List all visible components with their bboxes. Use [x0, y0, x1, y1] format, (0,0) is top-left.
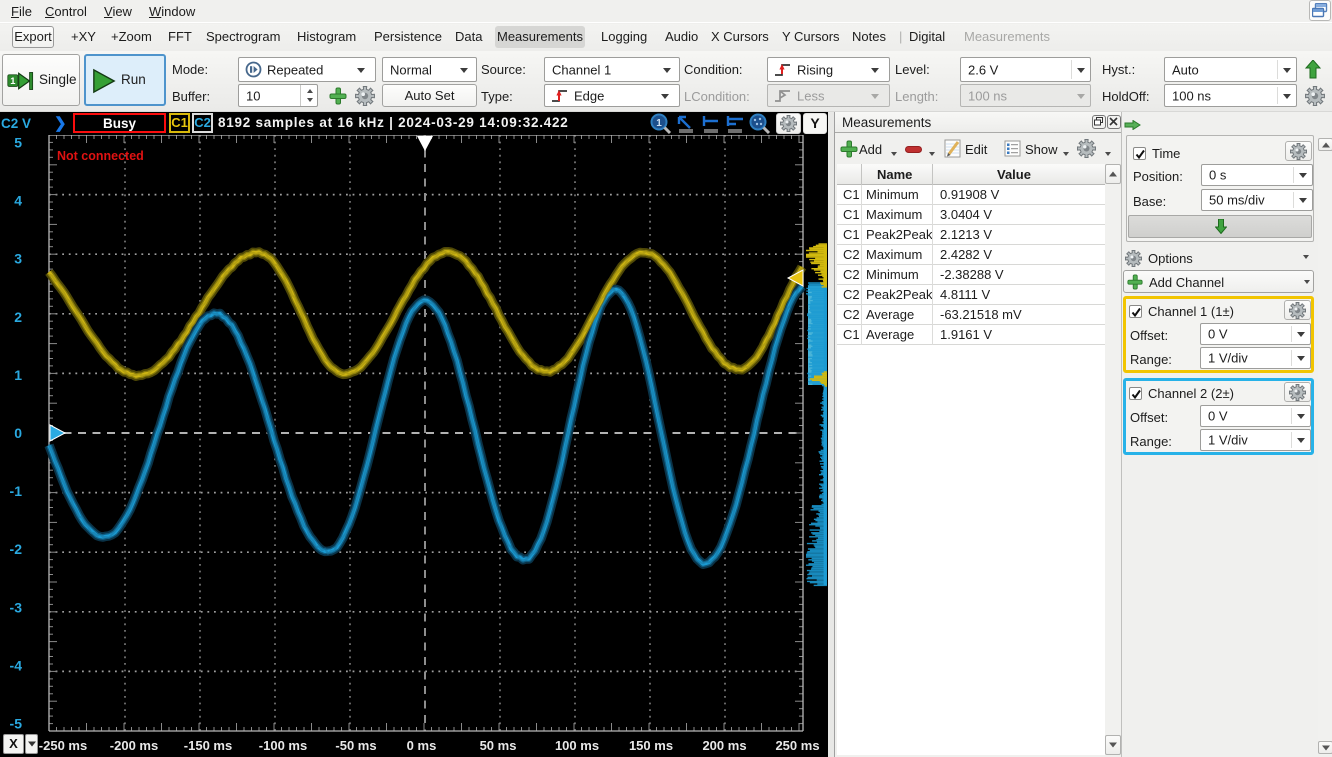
svg-text:-2: -2: [10, 541, 23, 557]
svg-text:1: 1: [656, 118, 662, 129]
svg-text:-200 ms: -200 ms: [110, 738, 158, 753]
svg-text:1: 1: [14, 367, 22, 383]
svg-text:3: 3: [14, 251, 22, 267]
svg-text:150 ms: 150 ms: [629, 738, 673, 753]
svg-text:200 ms: 200 ms: [702, 738, 746, 753]
svg-text:250 ms: 250 ms: [775, 738, 819, 753]
svg-text:-4: -4: [10, 657, 23, 673]
svg-text:-5: -5: [10, 716, 23, 732]
svg-text:Not connected: Not connected: [57, 149, 144, 163]
svg-text:-150 ms: -150 ms: [184, 738, 232, 753]
svg-text:-3: -3: [10, 599, 23, 615]
svg-text:5: 5: [14, 135, 22, 151]
svg-text:-1: -1: [10, 483, 23, 499]
svg-text:1: 1: [10, 76, 15, 86]
svg-text:-100 ms: -100 ms: [259, 738, 307, 753]
svg-text:0 ms: 0 ms: [407, 738, 437, 753]
svg-text:50 ms: 50 ms: [480, 738, 517, 753]
svg-text:-250 ms: -250 ms: [39, 738, 87, 753]
svg-text:0: 0: [14, 425, 22, 441]
svg-text:100 ms: 100 ms: [555, 738, 599, 753]
svg-text:4: 4: [14, 193, 22, 209]
svg-text:2: 2: [14, 309, 22, 325]
svg-text:-50 ms: -50 ms: [335, 738, 376, 753]
